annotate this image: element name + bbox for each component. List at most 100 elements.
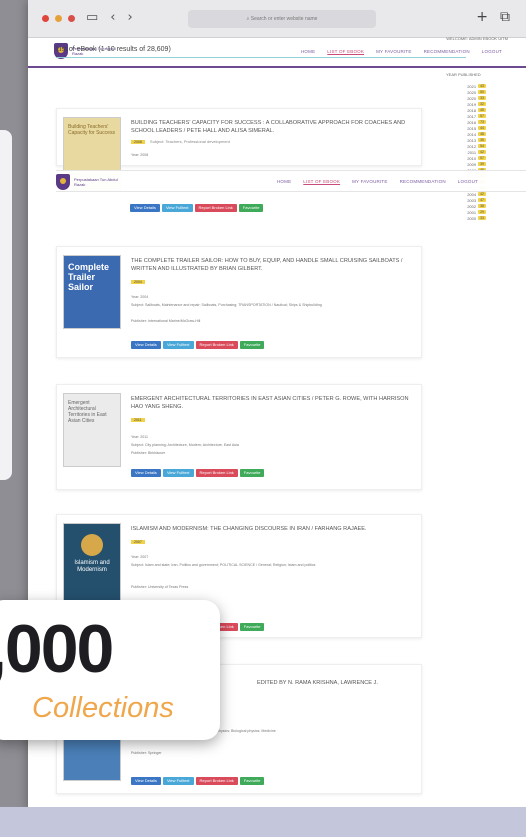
welcome-text: WELCOME: ADMIN EBOOK UITM (446, 36, 508, 41)
address-bar[interactable]: ⌕ Search or enter website name (188, 10, 376, 28)
book-actions: View Details View Fulltext Report Broken… (131, 341, 265, 349)
overlay-logo-text: Perpustakaan Tun Abdul Razak (74, 177, 118, 187)
browser-actions: + ⧉ (476, 9, 510, 25)
nav-icons: ▭ ‹ › (86, 10, 133, 25)
year-count-badge: 73 (478, 120, 486, 124)
overlay-logo: Perpustakaan Tun Abdul Razak (56, 174, 120, 190)
cover-title: Building Teachers' Capacity for Success (68, 124, 115, 136)
book-title[interactable]: BUILDING TEACHERS' CAPACITY FOR SUCCESS … (131, 119, 411, 135)
close-window-button[interactable] (42, 15, 49, 22)
address-placeholder: Search or enter website name (250, 16, 318, 22)
year-label: 2012 (467, 143, 477, 149)
favourite-button[interactable]: Favourite (239, 469, 265, 477)
bottom-band (0, 807, 526, 837)
book-year-line: Year: 2004 (131, 295, 149, 299)
search-icon: ⌕ (246, 16, 250, 22)
tabs-icon[interactable]: ⧉ (500, 9, 510, 25)
overlay-nav-list[interactable]: LIST OF EBOOK (303, 179, 340, 184)
year-label: 2020 (467, 89, 477, 95)
book-title[interactable]: ISLAMISM AND MODERNISM: THE CHANGING DIS… (131, 525, 411, 533)
view-details-button[interactable]: View Details (131, 341, 161, 349)
year-count-badge: 48 (478, 132, 486, 136)
book-publisher: Publisher: Birkhäuser (131, 451, 166, 455)
book-title[interactable]: THE COMPLETE TRAILER SAILOR: HOW TO BUY,… (131, 257, 411, 273)
year-filter-item[interactable]: 2000 33 (446, 215, 486, 221)
sidebar-icon[interactable]: ▭ (86, 10, 98, 25)
maximize-window-button[interactable] (68, 15, 75, 22)
year-label: 2002 (467, 203, 477, 209)
year-count-badge: 54 (478, 144, 486, 148)
book-meta: 2004 (131, 279, 149, 284)
book-title[interactable]: EMERGENT ARCHITECTURAL TERRITORIES IN EA… (131, 395, 411, 411)
year-label: 2010 (467, 155, 477, 161)
site-header: Perpustakaan Tun Abdul Razak HOME LIST O… (28, 38, 526, 68)
year-label: 2021 (467, 83, 477, 89)
view-fulltext-button[interactable]: View Fulltext (162, 469, 194, 477)
year-label: 2018 (467, 107, 477, 113)
minimize-window-button[interactable] (55, 15, 62, 22)
year-label: 2014 (467, 131, 477, 137)
report-broken-link-button[interactable]: Report Broken Link (195, 469, 238, 477)
collections-count: ,000 (0, 611, 114, 687)
nav-recommendation[interactable]: RECOMMENDATION (424, 49, 470, 54)
nav-list-of-ebook[interactable]: LIST OF EBOOK (327, 49, 364, 54)
view-fulltext-button[interactable]: View Fulltext (162, 777, 194, 785)
year-count-badge: 38 (478, 204, 486, 208)
book-cover[interactable]: Complete Trailer Sailor (63, 255, 121, 329)
title-divider (56, 57, 466, 58)
view-fulltext-button[interactable]: View Fulltext (161, 204, 193, 212)
nav-my-favourite[interactable]: MY FAVOURITE (376, 49, 412, 54)
back-icon[interactable]: ‹ (110, 10, 115, 25)
book-subject: Subject: Islam and state; Iran, Politics… (131, 563, 316, 567)
report-broken-link-button[interactable]: Report Broken Link (195, 341, 238, 349)
year-count-badge: 42 (478, 192, 486, 196)
overlay-nav-fav[interactable]: MY FAVOURITE (352, 179, 388, 184)
book-meta: 2007 (131, 539, 149, 544)
book-year-line: Year: 2007 (131, 555, 149, 559)
overlay-nav-home[interactable]: HOME (277, 179, 291, 184)
year-count-badge: 35 (478, 138, 486, 142)
sticky-header-overlay: Perpustakaan Tun Abdul Razak HOME LIST O… (56, 170, 526, 192)
favourite-button[interactable]: Favourite (238, 204, 264, 212)
forward-icon[interactable]: › (128, 10, 133, 25)
view-details-button[interactable]: View Details (131, 777, 161, 785)
year-badge: 2011 (131, 418, 145, 422)
report-broken-link-button[interactable]: Report Broken Link (195, 777, 238, 785)
device-edge (0, 130, 12, 480)
book-subject: Subject: Sailboats, Maintenance and repa… (131, 303, 322, 307)
year-label: 2020 (467, 95, 477, 101)
view-details-button[interactable]: View Details (131, 469, 161, 477)
page-title: List of eBook (1-10 results of 28,609) (56, 46, 171, 53)
view-details-button[interactable]: View Details (130, 204, 160, 212)
cover-ornament-icon (81, 534, 103, 556)
year-count-badge: 50 (478, 90, 486, 94)
report-broken-link-button[interactable]: Report Broken Link (194, 204, 237, 212)
year-label: 2016 (467, 119, 477, 125)
cover-title: Islamism and Modernism (74, 560, 110, 573)
nav-logout[interactable]: LOGOUT (482, 49, 502, 54)
nav-home[interactable]: HOME (301, 49, 315, 54)
year-label: 2011 (467, 149, 477, 155)
view-fulltext-button[interactable]: View Fulltext (162, 341, 194, 349)
book-actions: View Details View Fulltext Report Broken… (131, 777, 265, 785)
year-label: 2003 (467, 197, 477, 203)
year-label: 2017 (467, 113, 477, 119)
new-tab-icon[interactable]: + (476, 9, 488, 25)
year-count-badge: 42 (478, 150, 486, 154)
favourite-button[interactable]: Favourite (239, 341, 265, 349)
year-label: 2013 (467, 137, 477, 143)
year-list: 2021 43 2020 50 2020 33 2019 32 2018 45 2017 57 2016… (446, 83, 486, 221)
overlay-nav-rec[interactable]: RECOMMENDATION (400, 179, 446, 184)
overlay-nav-logout[interactable]: LOGOUT (458, 179, 478, 184)
year-label: 2009 (467, 161, 477, 167)
year-label: 2001 (467, 209, 477, 215)
book-title[interactable]: EDITED BY N. RAMA KRISHNA, LAWRENCE J. (257, 679, 417, 687)
favourite-button[interactable]: Favourite (239, 777, 265, 785)
book-cover[interactable]: Emergent Architectural Territories in Ea… (63, 393, 121, 467)
browser-toolbar: ▭ ‹ › ⌕ Search or enter website name + ⧉ (28, 0, 526, 38)
favourite-button[interactable]: Favourite (239, 623, 265, 631)
book-year-line: Year: 2008 (131, 153, 149, 157)
cover-title: Emergent Architectural Territories in Ea… (68, 400, 107, 424)
year-count-badge: 39 (478, 162, 486, 166)
overlay-nav: HOME LIST OF EBOOK MY FAVOURITE RECOMMEN… (277, 179, 478, 184)
